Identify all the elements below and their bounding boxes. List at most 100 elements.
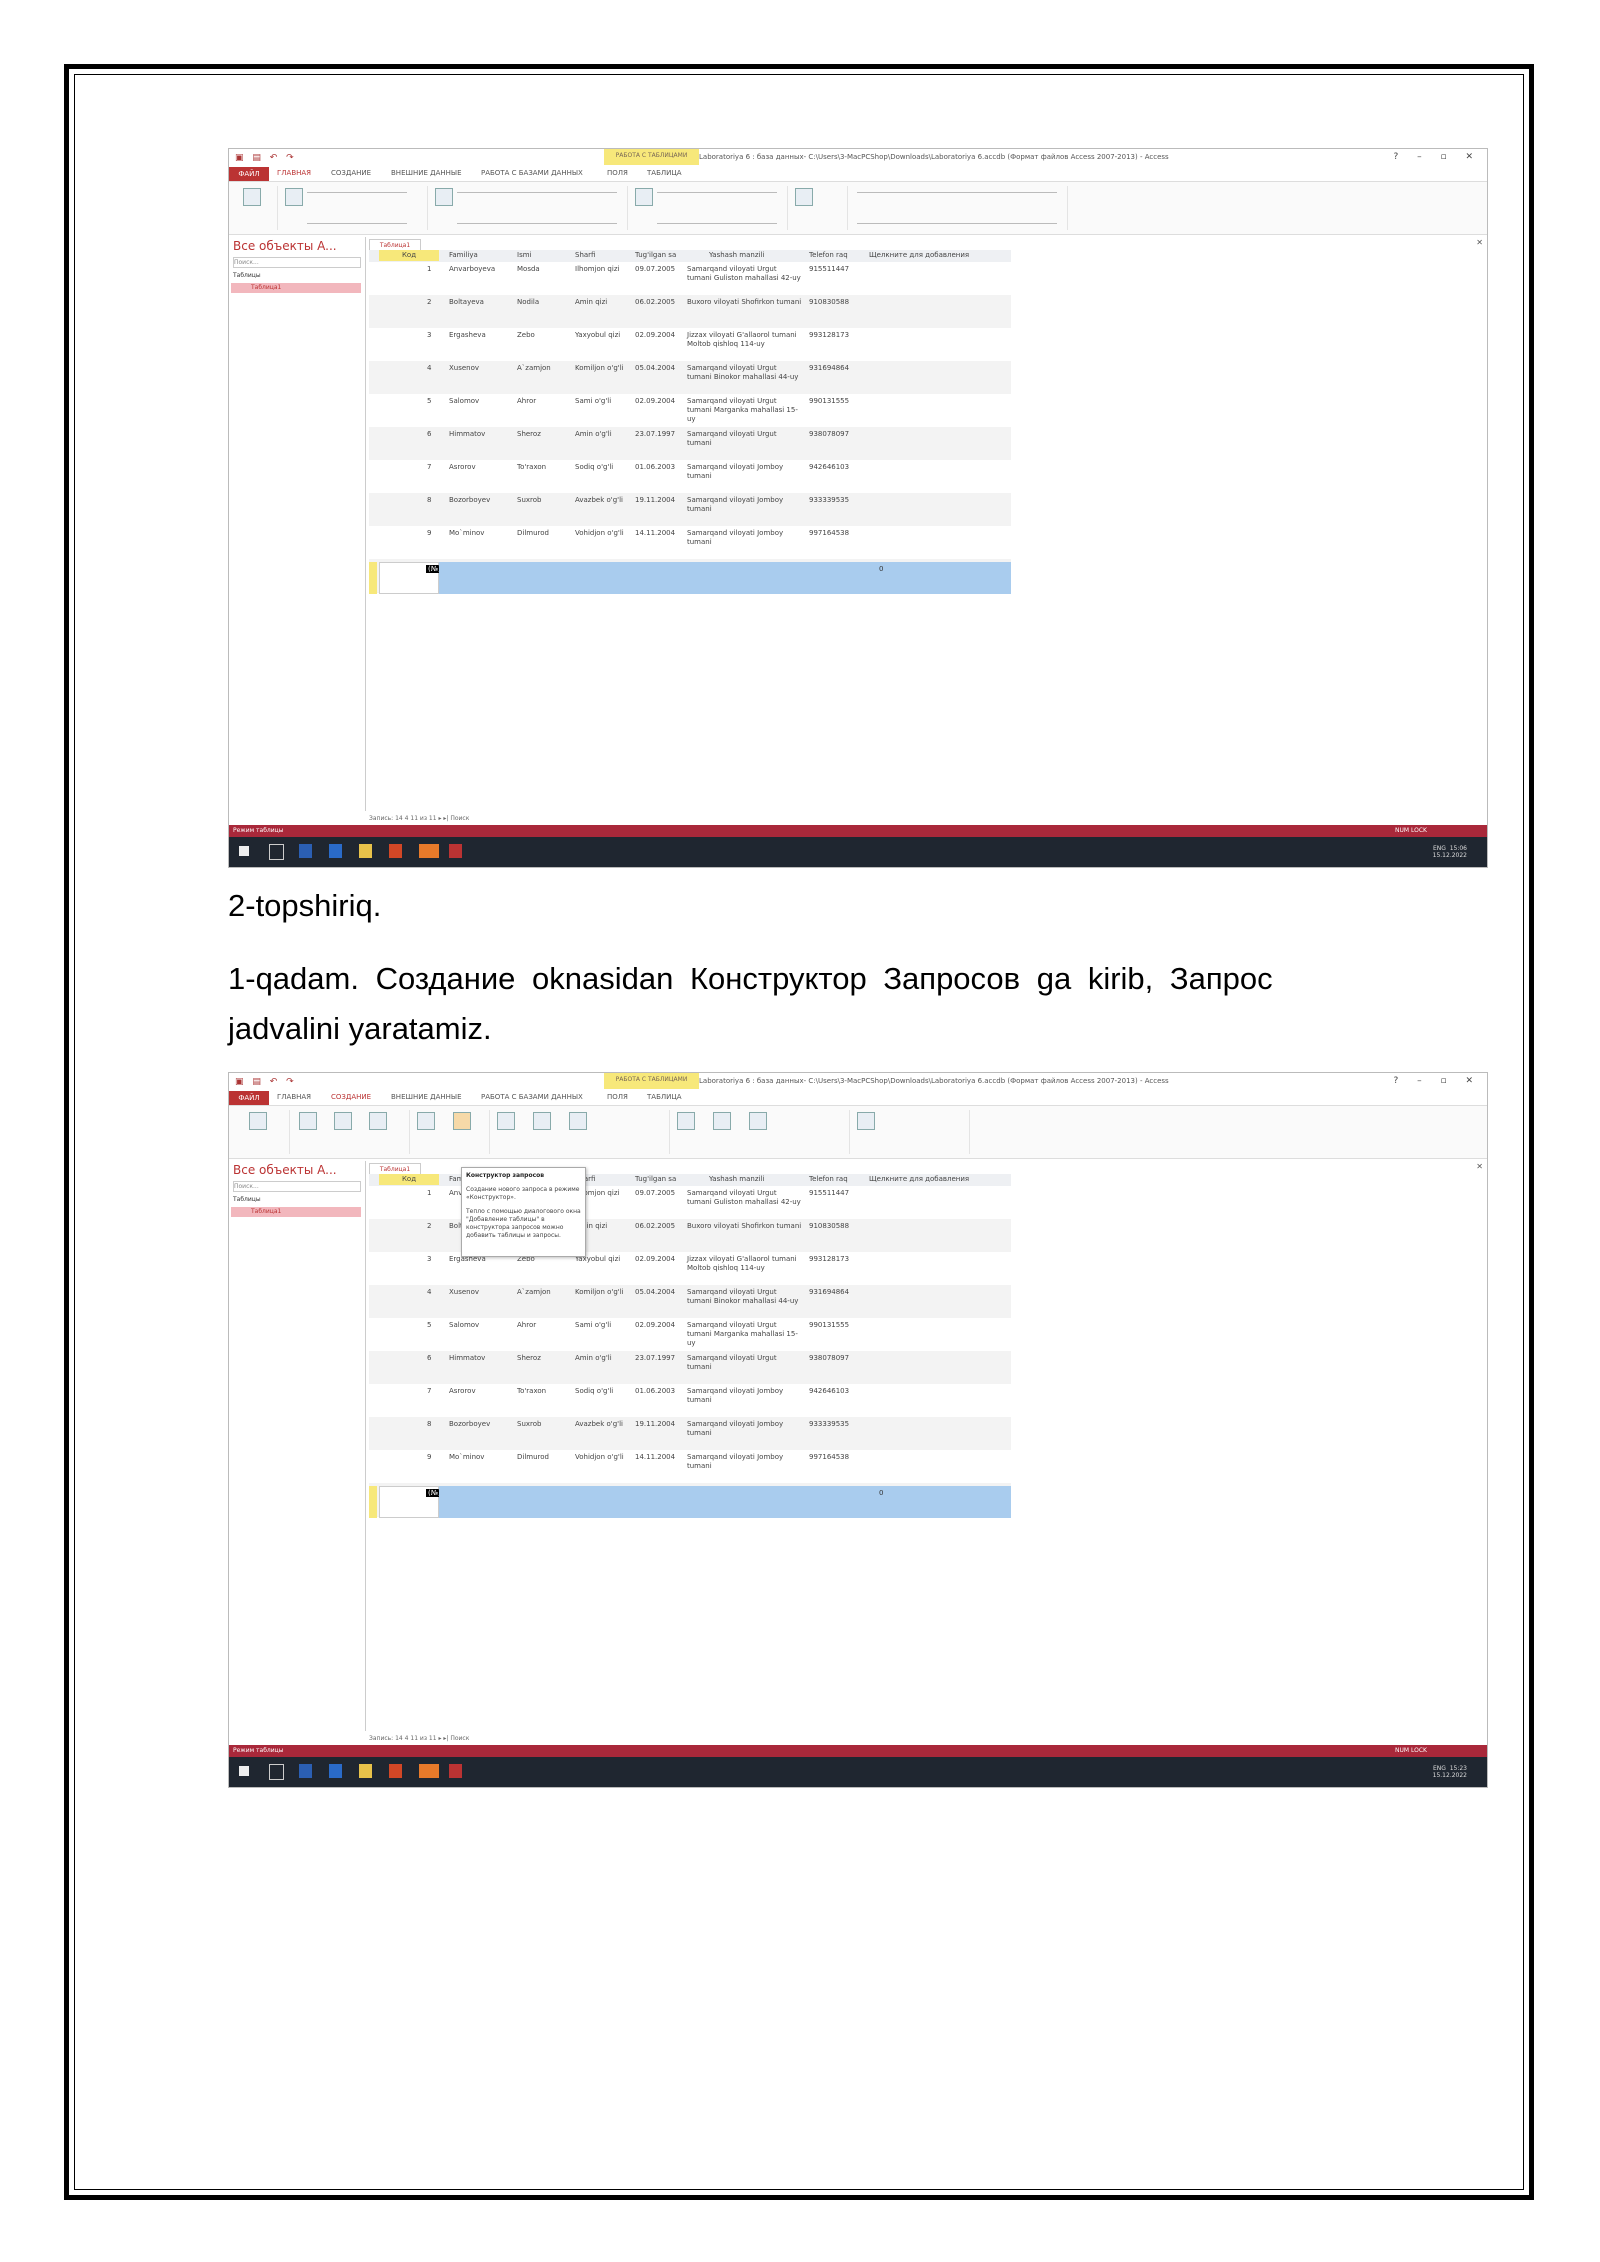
table-cell-sana[interactable]: 05.04.2004: [635, 364, 685, 373]
tab-fields[interactable]: ПОЛЯ: [607, 169, 628, 177]
table-cell-manzil[interactable]: Jizzax viloyati G'allaorol tumani Moltob…: [687, 1255, 802, 1273]
table-cell-sharfi[interactable]: Sodiq o'g'li: [575, 1387, 627, 1396]
table-cell-sana[interactable]: 05.04.2004: [635, 1288, 685, 1297]
tab-fields[interactable]: ПОЛЯ: [607, 1093, 628, 1101]
table-cell-id[interactable]: 9: [427, 1453, 439, 1462]
column-header-sharfi[interactable]: Sharfi: [575, 251, 595, 259]
record-navigation[interactable]: Запись: 14 4 11 из 11 ▸ ▸| Поиск: [369, 815, 769, 825]
tab-home[interactable]: ГЛАВНАЯ: [277, 1093, 311, 1101]
table-cell-sharfi[interactable]: Komiljon o'g'li: [575, 364, 627, 373]
table-cell-sharfi[interactable]: Sami o'g'li: [575, 397, 627, 406]
table-cell-tel[interactable]: 931694864: [809, 364, 859, 373]
table-cell-ismi[interactable]: To'raxon: [517, 1387, 569, 1396]
table-cell-sana[interactable]: 02.09.2004: [635, 331, 685, 340]
table-cell-ismi[interactable]: To'raxon: [517, 463, 569, 472]
nav-search-input[interactable]: Поиск...: [233, 1181, 361, 1192]
table-cell-id[interactable]: 1: [427, 265, 439, 274]
column-header-sana[interactable]: Tug'ilgan sa: [635, 1175, 676, 1183]
new-record-row[interactable]: (№) 0: [369, 562, 1011, 594]
ribbon-group-tables[interactable]: [289, 1110, 410, 1154]
table-cell-tel[interactable]: 910830588: [809, 298, 859, 307]
nav-title[interactable]: Все объекты A...: [233, 239, 337, 253]
table-cell-manzil[interactable]: Samarqand viloyati Jomboy tumani: [687, 1387, 802, 1405]
nav-search-input[interactable]: Поиск...: [233, 257, 361, 268]
table-row[interactable]: 4 Xusenov A`zamjon Komiljon o'g'li 05.04.200…: [369, 361, 1011, 395]
file-explorer-icon[interactable]: [359, 844, 372, 858]
word-icon[interactable]: [299, 1764, 312, 1778]
table-cell-familiya[interactable]: Xusenov: [449, 364, 511, 373]
table-cell-sharfi[interactable]: Amin o'g'li: [575, 430, 627, 439]
table-cell-id[interactable]: 1: [427, 1189, 439, 1198]
edge-icon[interactable]: [329, 1764, 342, 1778]
table-cell-tel[interactable]: 993128173: [809, 1255, 859, 1264]
table-cell-manzil[interactable]: Jizzax viloyati G'allaorol tumani Moltob…: [687, 331, 802, 349]
nav-group-tables[interactable]: Таблицы: [233, 272, 261, 279]
edge-icon[interactable]: [329, 844, 342, 858]
table-cell-manzil[interactable]: Samarqand viloyati Urgut tumani Binokor …: [687, 364, 802, 382]
table-cell-familiya[interactable]: Ergasheva: [449, 331, 511, 340]
table-cell-sana[interactable]: 06.02.2005: [635, 1222, 685, 1231]
table-cell-id[interactable]: 4: [427, 364, 439, 373]
table-cell-ismi[interactable]: Sheroz: [517, 1354, 569, 1363]
windows-start-icon[interactable]: [239, 846, 249, 856]
table-cell-sana[interactable]: 19.11.2004: [635, 496, 685, 505]
table-cell-familiya[interactable]: Asrorov: [449, 1387, 511, 1396]
table-cell-sana[interactable]: 19.11.2004: [635, 1420, 685, 1429]
table-cell-familiya[interactable]: Mo`minov: [449, 1453, 511, 1462]
table-cell-id[interactable]: 4: [427, 1288, 439, 1297]
window-controls[interactable]: ? – ▫ ✕: [1394, 1076, 1482, 1086]
table-cell-sana[interactable]: 02.09.2004: [635, 1321, 685, 1330]
table-cell-tel[interactable]: 997164538: [809, 529, 859, 538]
table-cell-manzil[interactable]: Buxoro viloyati Shofirkon tumani: [687, 1222, 802, 1231]
table-cell-tel[interactable]: 938078097: [809, 1354, 859, 1363]
ribbon-group-reports[interactable]: [669, 1110, 850, 1154]
windows-start-icon[interactable]: [239, 1766, 249, 1776]
table-cell-manzil[interactable]: Samarqand viloyati Urgut tumani Guliston…: [687, 1189, 802, 1207]
column-header-telefon[interactable]: Telefon raq: [809, 251, 848, 259]
nav-group-tables[interactable]: Таблицы: [233, 1196, 261, 1203]
table-cell-tel[interactable]: 993128173: [809, 331, 859, 340]
table-cell-tel[interactable]: 990131555: [809, 1321, 859, 1330]
table-cell-sana[interactable]: 02.09.2004: [635, 1255, 685, 1264]
table-cell-sharfi[interactable]: Amin qizi: [575, 298, 627, 307]
table-cell-manzil[interactable]: Samarqand viloyati Urgut tumani Guliston…: [687, 265, 802, 283]
table-cell-sharfi[interactable]: Sodiq o'g'li: [575, 463, 627, 472]
table-cell-id[interactable]: 6: [427, 1354, 439, 1363]
ribbon-group-macros[interactable]: [849, 1110, 970, 1154]
table-row[interactable]: 2 Boltayeva Nodila Amin qizi 06.02.2005Buxor…: [369, 295, 1011, 329]
column-header-familiya[interactable]: Familiya: [449, 251, 478, 259]
table-row[interactable]: 3 Ergasheva Zebo Yaxyobul qizi 02.09.2004 Jiz…: [369, 1252, 1011, 1286]
table-cell-ismi[interactable]: Zebo: [517, 331, 569, 340]
task-view-icon[interactable]: [269, 844, 284, 860]
table-cell-manzil[interactable]: Buxoro viloyati Shofirkon tumani: [687, 298, 802, 307]
table-cell-familiya[interactable]: Bozorboyev: [449, 1420, 511, 1429]
table-cell-ismi[interactable]: A`zamjon: [517, 364, 569, 373]
tab-file[interactable]: ФАЙЛ: [229, 167, 269, 181]
table-cell-sana[interactable]: 23.07.1997: [635, 430, 685, 439]
tab-database-tools[interactable]: РАБОТА С БАЗАМИ ДАННЫХ: [481, 169, 583, 177]
table-cell-ismi[interactable]: Mosda: [517, 265, 569, 274]
table-cell-familiya[interactable]: Himmatov: [449, 430, 511, 439]
ribbon-group-queries[interactable]: [409, 1110, 490, 1154]
column-header-manzil[interactable]: Yashash manzili: [709, 1175, 764, 1183]
column-header-add[interactable]: Щелкните для добавления: [869, 1175, 969, 1183]
table-row[interactable]: 5 Salomov Ahror Sami o'g'li 02.09.2004 Samarq…: [369, 394, 1011, 428]
record-navigation[interactable]: Запись: 14 4 11 из 11 ▸ ▸| Поиск: [369, 1735, 769, 1745]
quick-access-icons[interactable]: ▣ ▤ ↶ ↷: [235, 153, 297, 163]
table-row[interactable]: 4 Xusenov A`zamjon Komiljon o'g'li 05.04.200…: [369, 1285, 1011, 1319]
ribbon-group-clipboard[interactable]: [277, 186, 428, 230]
system-tray[interactable]: ENG 15:06 15.12.2022: [1433, 845, 1467, 859]
table-cell-ismi[interactable]: Suxrob: [517, 496, 569, 505]
table-cell-familiya[interactable]: Mo`minov: [449, 529, 511, 538]
table-cell-manzil[interactable]: Samarqand viloyati Urgut tumani: [687, 1354, 802, 1372]
powerpoint-icon[interactable]: [389, 844, 402, 858]
close-document-icon[interactable]: ✕: [1476, 1162, 1483, 1171]
tab-external-data[interactable]: ВНЕШНИЕ ДАННЫЕ: [391, 1093, 462, 1101]
nav-item-table1[interactable]: Таблица1: [231, 283, 361, 293]
tab-table[interactable]: ТАБЛИЦА: [647, 1093, 682, 1101]
table-cell-ismi[interactable]: Nodila: [517, 298, 569, 307]
table-cell-familiya[interactable]: Salomov: [449, 397, 511, 406]
nav-item-table1[interactable]: Таблица1: [231, 1207, 361, 1217]
column-header-id[interactable]: Код: [379, 1174, 439, 1185]
table-cell-tel[interactable]: 910830588: [809, 1222, 859, 1231]
